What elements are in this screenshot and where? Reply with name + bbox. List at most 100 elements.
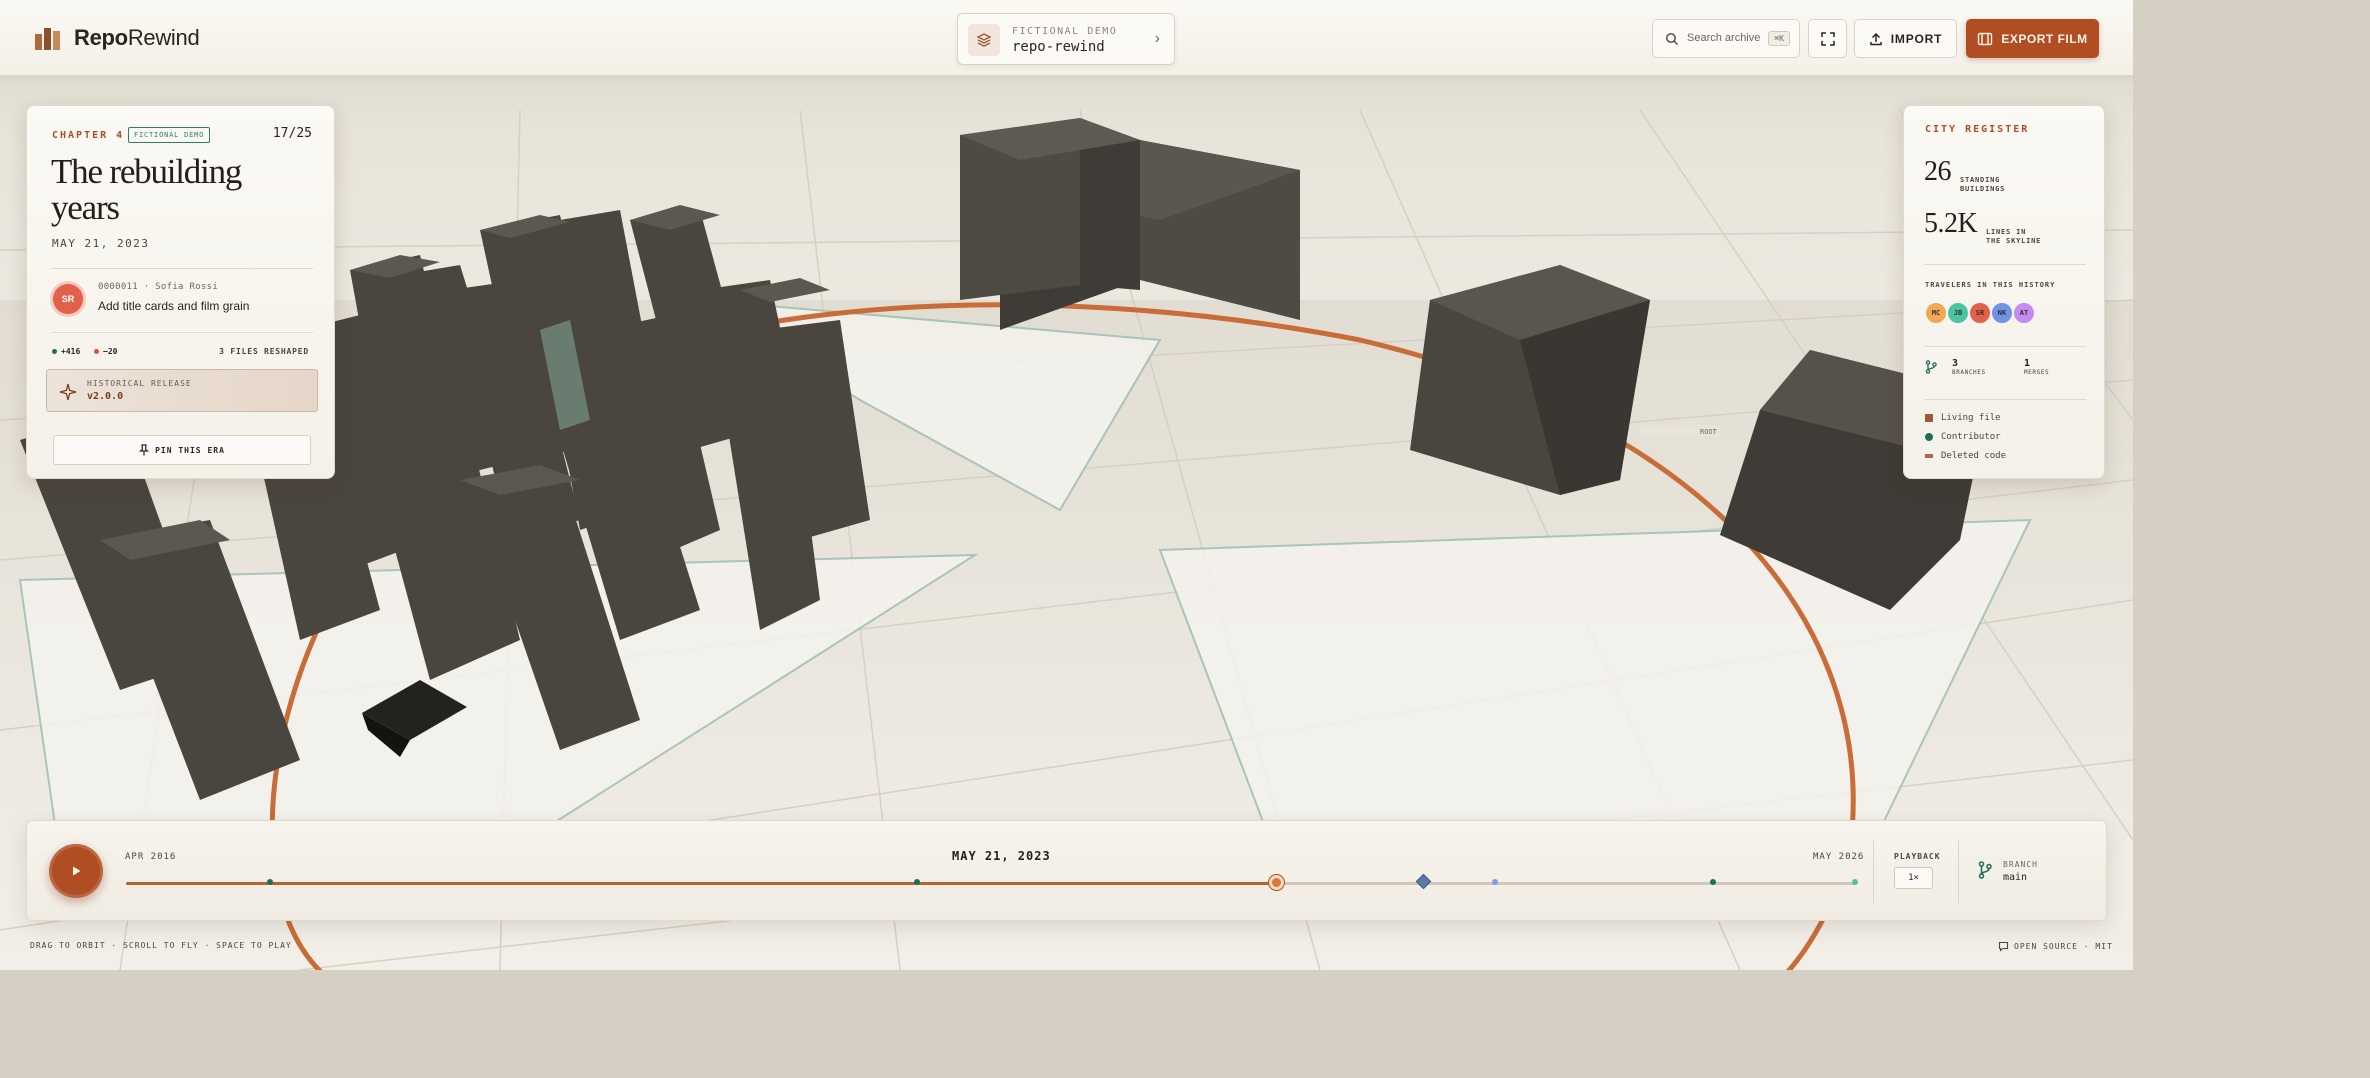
pin-era-button[interactable]: PIN THIS ERA [53,435,311,465]
film-icon [1978,32,1993,45]
import-label: IMPORT [1890,31,1943,46]
commit-marker[interactable] [1492,879,1499,885]
additions-value: +416 [61,347,81,356]
commit-marker[interactable] [266,879,273,885]
author-avatar: SR [53,284,83,314]
traveler-avatar[interactable]: SR [1968,301,1992,325]
commit-marker[interactable] [1710,879,1717,885]
additions-stat: +416 [52,347,80,356]
additions-dot [52,349,57,354]
chapter-date: MAY 21, 2023 [52,237,150,250]
fullscreen-button[interactable] [1808,19,1847,58]
timeline-track[interactable] [126,873,1859,890]
layers-icon [968,24,1000,56]
building [960,118,1140,300]
timeline-panel: APR 2016 MAY 21, 2023 MAY 2026 PLAYBACK … [26,820,2107,921]
chat-icon [1998,941,2009,952]
branches-count: 3 [1952,358,1959,369]
search-box[interactable]: Search archive ⌘K [1652,19,1800,58]
merges-label: MERGES [2024,369,2050,376]
chapter-counter: 17/25 [272,126,312,141]
release-kicker: HISTORICAL RELEASE [87,379,192,388]
pin-icon [139,444,150,456]
divider [1873,841,1874,903]
traveler-avatar[interactable]: NK [1990,301,2014,325]
playback-speed-button[interactable]: 1× [1894,867,1933,889]
chapter-title: The rebuilding years [51,152,242,227]
divider [1924,399,2086,400]
divider [1958,841,1959,903]
deleted-code-swatch [1925,454,1933,458]
timeline-start-label: APR 2016 [125,852,177,862]
fictional-demo-badge: FICTIONAL DEMO [128,127,211,143]
lines-label: LINES IN THE SKYLINE [1986,228,2042,245]
branch-value[interactable]: main [2003,872,2027,883]
top-bar: RepoRewind FICTIONAL DEMO repo-rewind › … [0,0,2133,76]
traveler-avatar[interactable]: AT [2012,301,2036,325]
branches-label: BRANCHES [1952,369,1986,376]
divider [51,268,313,269]
pin-label: PIN THIS ERA [155,445,225,455]
branch-label: BRANCH [2003,860,2038,869]
repo-kicker: FICTIONAL DEMO [1012,26,1118,37]
logo-icon [35,28,60,50]
traveler-avatar[interactable]: MC [1924,301,1948,325]
register-title: CITY REGISTER [1925,124,2030,135]
deletions-stat: −20 [94,347,117,356]
expand-icon [1820,31,1835,46]
timeline-current-date: MAY 21, 2023 [952,849,1051,863]
commit-meta: 0000011 · Sofia Rossi [98,282,219,292]
upload-icon [1870,32,1882,45]
app-viewport: ROOT RepoRewind FICTIONAL DEMO repo-rewi… [0,0,2133,970]
branch-icon [1925,360,1937,374]
timeline-end-label: MAY 2026 [1813,852,1865,862]
commit-message: Add title cards and film grain [98,299,250,313]
divider [1924,264,2086,265]
contributor-swatch [1925,433,1933,441]
import-button[interactable]: IMPORT [1854,19,1957,58]
files-reshaped: 3 FILES RESHAPED [219,347,309,356]
city-register-card: CITY REGISTER 26 STANDING BUILDINGS 5.2K … [1903,105,2105,479]
release-marker[interactable] [1415,873,1432,890]
timeline-progress [126,882,1278,885]
search-icon [1666,33,1678,45]
merges-count: 1 [2024,358,2031,369]
timeline-scrubber[interactable] [1269,875,1285,890]
buildings-count: 26 [1924,156,1952,187]
traveler-avatar[interactable]: JB [1946,301,1970,325]
root-sign-label: ROOT [1700,428,1718,436]
commit-marker[interactable] [1852,879,1859,885]
buildings-label: STANDING BUILDINGS [1960,176,2006,193]
historical-release-panel: HISTORICAL RELEASE v2.0.0 [46,369,318,412]
repo-selector[interactable]: FICTIONAL DEMO repo-rewind › [957,13,1175,65]
playback-label: PLAYBACK [1894,852,1941,861]
building [1410,265,1650,495]
repo-name: repo-rewind [1012,39,1105,55]
git-branch-icon [1978,861,1992,879]
search-shortcut: ⌘K [1768,31,1790,46]
divider [1924,346,2086,347]
travelers-title: TRAVELERS IN THIS HISTORY [1925,281,2056,289]
search-input[interactable]: Search archive [1687,32,1760,44]
brand[interactable]: RepoRewind [34,24,200,52]
export-label: EXPORT FILM [2001,31,2088,46]
divider [51,332,313,333]
license-link[interactable]: OPEN SOURCE · MIT [1998,941,2113,952]
legend-living-file: Living file [1925,413,2001,423]
chevron-right-icon: › [1154,30,1160,47]
release-version: v2.0.0 [87,391,124,402]
brand-name: RepoRewind [74,25,200,50]
controls-hint: DRAG TO ORBIT · SCROLL TO FLY · SPACE TO… [30,941,292,950]
chapter-card: CHAPTER 4 FICTIONAL DEMO 17/25 The rebui… [26,105,335,479]
legend-contributor: Contributor [1925,432,2001,442]
play-icon [73,866,81,876]
deletions-dot [94,349,99,354]
license-label: OPEN SOURCE · MIT [2014,942,2113,951]
export-film-button[interactable]: EXPORT FILM [1966,19,2099,58]
lines-count: 5.2K [1924,208,1978,239]
living-file-swatch [1925,414,1933,422]
deletions-value: −20 [103,347,118,356]
sparkle-icon [59,383,77,401]
play-button[interactable] [49,844,103,898]
chapter-kicker: CHAPTER 4 [52,130,125,141]
